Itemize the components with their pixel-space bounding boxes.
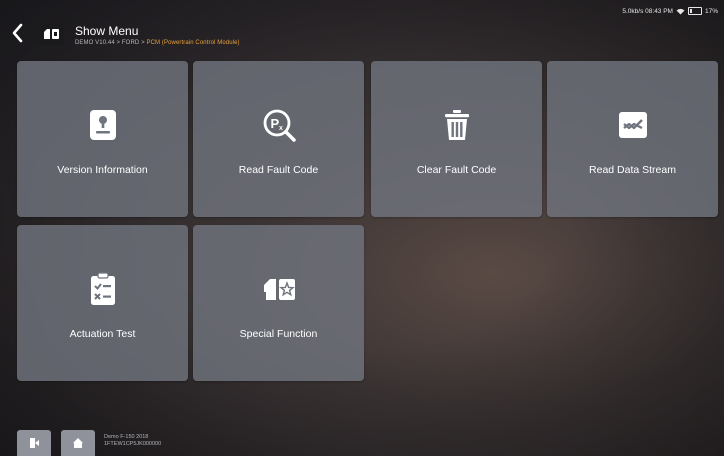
read-fault-code-icon: P x: [263, 109, 296, 142]
svg-text:x: x: [279, 125, 283, 132]
tile-label: Clear Fault Code: [416, 164, 497, 176]
app-badge: [38, 23, 64, 45]
special-function-icon: [263, 279, 295, 300]
tile-label: Read Fault Code: [238, 164, 319, 176]
read-fault-code-tile[interactable]: P x Read Fault Code: [193, 61, 364, 217]
wifi-icon: [676, 8, 685, 14]
actuation-test-tile[interactable]: Actuation Test: [17, 225, 188, 381]
screen: Show Menu DEMO V10.44 > FORD > PCM (Powe…: [0, 0, 724, 456]
breadcrumb-path: DEMO V10.44 > FORD >: [75, 40, 147, 46]
checklist-icon: [90, 272, 115, 305]
tile-label: Version Information: [57, 164, 148, 176]
back-button[interactable]: [9, 22, 27, 44]
battery-level: 17%: [704, 7, 718, 15]
special-function-tile[interactable]: Special Function: [193, 225, 364, 381]
version-information-tile[interactable]: Version Information: [17, 61, 188, 217]
read-data-stream-tile[interactable]: Read Data Stream: [547, 61, 718, 217]
vehicle-vin: 1FTEW1CP5JK000000: [104, 441, 162, 447]
clear-fault-code-tile[interactable]: Clear Fault Code: [371, 61, 542, 217]
battery-icon: [687, 7, 702, 15]
chevron-left-icon: [12, 23, 23, 43]
status-bar: 5.0kb/s 08:43 PM 17%: [622, 7, 718, 15]
version-info-icon: [89, 110, 116, 140]
home-button[interactable]: [61, 430, 95, 456]
tile-label: Actuation Test: [69, 328, 136, 340]
breadcrumb: DEMO V10.44 > FORD > PCM (Powertrain Con…: [75, 40, 240, 46]
data-stream-icon: [618, 112, 647, 138]
tile-label: Special Function: [239, 328, 318, 340]
vehicle-info: Demo F-150 2018 1FTEW1CP5JK000000: [104, 434, 161, 448]
breadcrumb-current: PCM (Powertrain Control Module): [146, 40, 240, 46]
header: Show Menu DEMO V10.44 > FORD > PCM (Powe…: [0, 0, 724, 56]
exit-icon: [30, 438, 39, 448]
vehicle-model: Demo F-150 2018: [104, 434, 149, 440]
status-text: 5.0kb/s 08:43 PM: [622, 7, 673, 15]
page-title: Show Menu: [75, 24, 139, 38]
car-diagnostic-icon: [44, 29, 59, 39]
exit-button[interactable]: [17, 430, 51, 456]
tile-label: Read Data Stream: [589, 164, 676, 176]
trash-icon: [444, 110, 469, 140]
home-icon: [73, 438, 83, 448]
